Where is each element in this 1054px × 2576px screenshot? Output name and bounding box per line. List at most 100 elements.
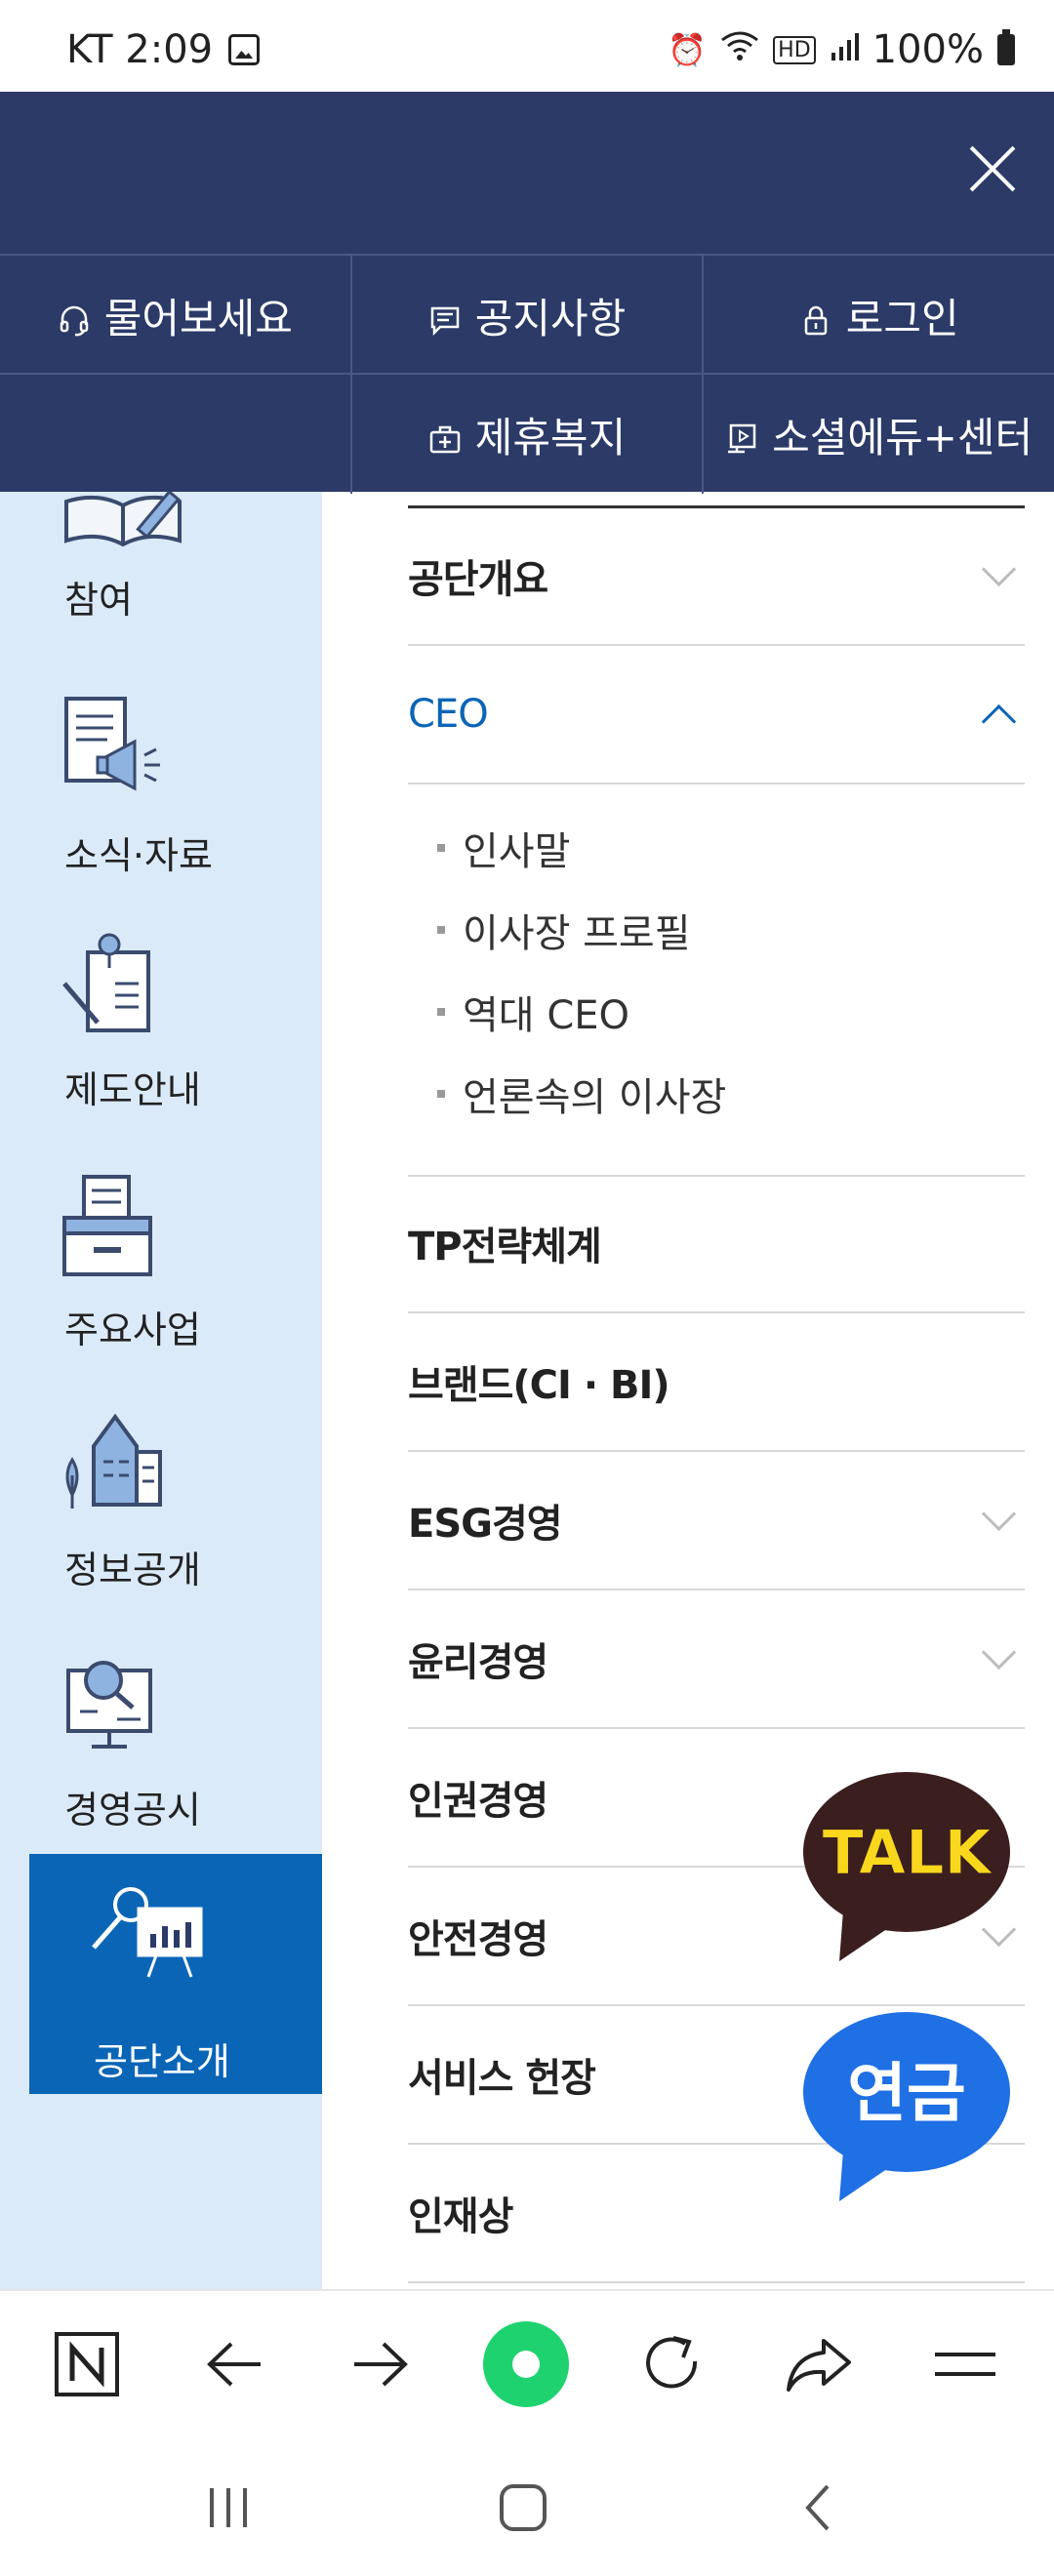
menu-label: 윤리경영 xyxy=(408,1640,548,1685)
sidebar-label-system-guide: 제도안내 xyxy=(64,1068,201,1111)
talk-label: TALK xyxy=(822,1817,993,1888)
browser-toolbar xyxy=(0,2289,1054,2437)
chevron-down-icon xyxy=(981,551,1017,586)
sidebar-item-participation[interactable]: 참여 xyxy=(0,492,322,648)
kakao-talk-button[interactable]: TALK xyxy=(800,1768,1013,1963)
magnifier-monitor-icon xyxy=(66,1661,152,1749)
book-pencil-icon xyxy=(64,492,182,547)
megaphone-document-icon xyxy=(64,697,160,791)
chevron-down-icon xyxy=(981,1634,1017,1670)
presentation-icon xyxy=(92,1887,203,1978)
recent-apps-button[interactable] xyxy=(189,2478,267,2537)
recent-apps-icon xyxy=(210,2488,247,2527)
sidebar-label-management-disclosure: 경영공시 xyxy=(64,1789,201,1831)
lock-icon xyxy=(799,299,832,336)
carrier-time: KT 2:09 xyxy=(66,27,214,72)
green-dot-button[interactable] xyxy=(482,2320,570,2408)
pension-chat-button[interactable]: 연금 xyxy=(800,2008,1013,2203)
naver-n-icon xyxy=(55,2332,119,2396)
chevron-down-icon xyxy=(981,1496,1017,1531)
empty-cell xyxy=(0,375,352,494)
social-edu-label: 소셜에듀+센터 xyxy=(772,413,1034,462)
menu-header: 물어보세요 공지사항 로그인 제휴복지 소셜에듀+센터 xyxy=(0,92,1054,494)
building-icon xyxy=(65,1413,162,1509)
ask-label: 물어보세요 xyxy=(103,294,293,342)
battery-icon xyxy=(997,29,1015,65)
signal-icon xyxy=(830,31,859,68)
status-right: ⏰ HD 100% xyxy=(668,27,1015,72)
menu-button[interactable] xyxy=(921,2320,1009,2408)
headset-icon xyxy=(58,299,91,337)
submenu-label: 인사말 xyxy=(463,829,571,874)
back-chevron-icon xyxy=(805,2484,830,2531)
welfare-icon xyxy=(428,418,462,454)
sidebar-label-participation: 참여 xyxy=(64,579,133,622)
forward-button[interactable] xyxy=(336,2320,424,2408)
menu-item-strategy[interactable]: TP전략체계 xyxy=(408,1175,1025,1313)
share-button[interactable] xyxy=(775,2320,863,2408)
menu-label: ESG경영 xyxy=(408,1502,563,1547)
naver-home-button[interactable] xyxy=(43,2320,131,2408)
submenu-label: 역대 CEO xyxy=(463,993,630,1038)
arrow-left-icon xyxy=(207,2342,261,2387)
utility-row-2: 제휴복지 소셜에듀+센터 xyxy=(0,373,1054,494)
home-button[interactable] xyxy=(484,2478,562,2537)
sidebar-item-management-disclosure[interactable]: 경영공시 xyxy=(0,1647,322,1881)
menu-label: 브랜드(CI · BI) xyxy=(408,1363,670,1408)
video-board-icon xyxy=(725,418,758,454)
back-button[interactable] xyxy=(191,2320,279,2408)
login-link[interactable]: 로그인 xyxy=(704,256,1054,375)
submenu-item-past-ceo[interactable]: 역대 CEO xyxy=(437,984,629,1040)
hd-icon: HD xyxy=(773,35,816,64)
menu-label: 인권경영 xyxy=(408,1779,548,1824)
submenu-item-profile[interactable]: 이사장 프로필 xyxy=(437,902,691,958)
sidebar-item-info-disclosure[interactable]: 정보공개 xyxy=(0,1407,322,1641)
sidebar-label-info-disclosure: 정보공개 xyxy=(64,1549,201,1591)
menu-label: 서비스 헌장 xyxy=(408,2056,596,2101)
pin-document-icon xyxy=(62,933,150,1032)
notice-link[interactable]: 공지사항 xyxy=(352,256,705,375)
battery-percent: 100% xyxy=(872,27,984,72)
talk-bubble-icon: TALK xyxy=(803,1772,1010,1961)
category-sidebar: 참여 소식·자료 제도안내 주요사업 정보공개 경영공시 공단소개 xyxy=(0,492,322,2289)
submenu-label: 이사장 프로필 xyxy=(463,911,691,956)
menu-item-ethics[interactable]: 윤리경영 xyxy=(408,1590,1025,1729)
sidebar-label-news: 소식·자료 xyxy=(64,834,213,877)
menu-label: 공단개요 xyxy=(408,557,548,602)
menu-item-brand[interactable]: 브랜드(CI · BI) xyxy=(408,1313,1025,1452)
inbox-tray-icon xyxy=(62,1175,152,1276)
notice-label: 공지사항 xyxy=(474,294,627,342)
submenu-item-press[interactable]: 언론속의 이사장 xyxy=(437,1066,726,1122)
system-nav-bar xyxy=(0,2435,1054,2576)
welfare-link[interactable]: 제휴복지 xyxy=(352,375,705,494)
submenu-label: 언론속의 이사장 xyxy=(463,1075,727,1120)
menu-item-ceo[interactable]: CEO xyxy=(408,646,1025,785)
menu-item-overview[interactable]: 공단개요 xyxy=(408,507,1025,646)
menu-item-esg[interactable]: ESG경영 xyxy=(408,1452,1025,1590)
sidebar-item-about[interactable]: 공단소개 xyxy=(29,1854,322,2094)
menu-label: CEO xyxy=(408,692,489,737)
sidebar-item-system-guide[interactable]: 제도안내 xyxy=(0,927,322,1161)
close-menu-button[interactable] xyxy=(960,137,1025,201)
arrow-right-icon xyxy=(354,2342,408,2387)
login-label: 로그인 xyxy=(845,294,959,342)
sidebar-label-main-business: 주요사업 xyxy=(64,1308,201,1351)
menu-label: 인재상 xyxy=(408,2194,513,2239)
gallery-icon xyxy=(228,34,261,65)
status-left: KT 2:09 xyxy=(66,27,261,72)
pension-label: 연금 xyxy=(847,2056,965,2131)
social-edu-link[interactable]: 소셜에듀+센터 xyxy=(704,375,1054,494)
ask-link[interactable]: 물어보세요 xyxy=(0,256,352,375)
submenu-item-greeting[interactable]: 인사말 xyxy=(437,820,570,876)
notice-icon xyxy=(428,299,462,337)
menu-label: TP전략체계 xyxy=(408,1225,602,1269)
reload-icon xyxy=(646,2336,698,2389)
sidebar-item-main-business[interactable]: 주요사업 xyxy=(0,1167,322,1401)
system-back-button[interactable] xyxy=(779,2478,857,2537)
reload-button[interactable] xyxy=(628,2320,716,2408)
green-dot-icon xyxy=(483,2321,569,2407)
share-arrow-icon xyxy=(787,2339,851,2392)
utility-row-1: 물어보세요 공지사항 로그인 xyxy=(0,254,1054,375)
sidebar-item-news[interactable]: 소식·자료 xyxy=(0,687,322,921)
menu-label: 안전경영 xyxy=(408,1917,548,1962)
